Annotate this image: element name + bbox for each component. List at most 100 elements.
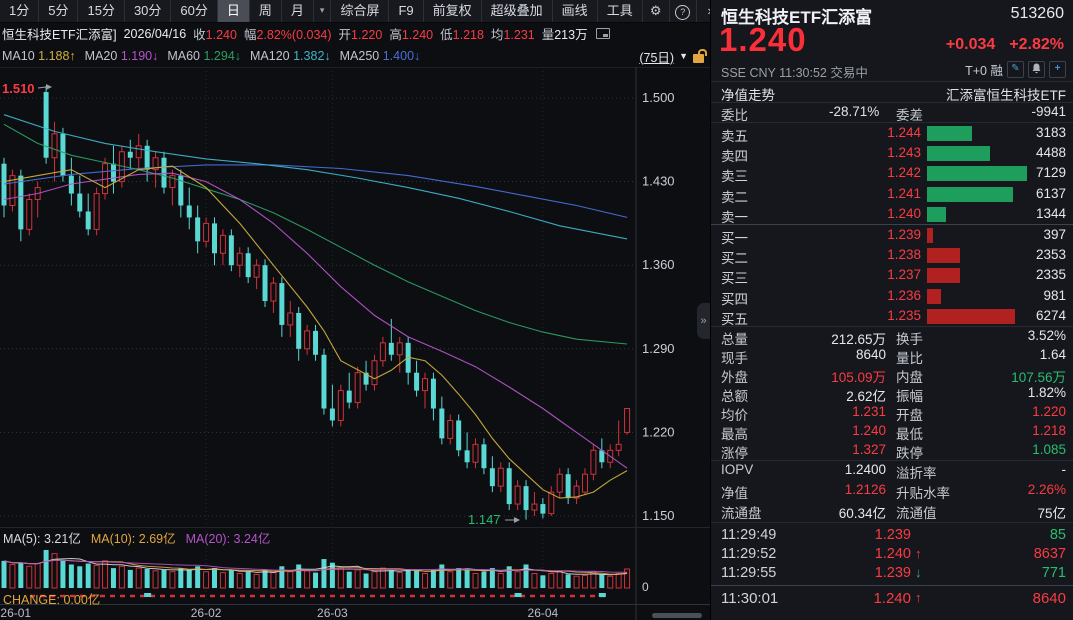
volma-MA(20):: MA(20): 3.24亿 <box>186 528 271 547</box>
bid-levels: 买一1.239397买二1.2382353买三1.2372335买四1.2369… <box>711 225 1073 326</box>
field-value: 1.231 <box>503 28 534 42</box>
weicha-label: 委差 <box>896 104 923 124</box>
field-value: 1.220 <box>351 28 382 42</box>
stat-value: 1.240 <box>771 423 886 438</box>
picture-in-picture-icon[interactable] <box>596 28 610 39</box>
menu-超级叠加[interactable]: 超级叠加 <box>482 0 553 22</box>
period-tab-日[interactable]: 日 <box>218 0 250 22</box>
period-tab-1分[interactable]: 1分 <box>0 0 39 22</box>
field-label: 幅 <box>244 28 257 42</box>
period-tab-周[interactable]: 周 <box>250 0 282 22</box>
level-qty: 397 <box>1043 227 1066 242</box>
svg-text:26-02: 26-02 <box>191 606 222 620</box>
ask-row[interactable]: 卖二1.2416137 <box>711 184 1073 204</box>
stat-value: 2.62亿 <box>771 385 886 405</box>
nav-row[interactable]: 净值走势 汇添富恒生科技ETF <box>711 83 1073 102</box>
quote-info-bar: 恒生科技ETF汇添富] 2026/04/16 收1.240幅2.82%(0.03… <box>0 22 712 45</box>
tick-row: 11:30:011.240↑8640 <box>711 589 1073 613</box>
tick-price: 1.240 <box>811 546 911 562</box>
bid-row[interactable]: 买一1.239397 <box>711 225 1073 245</box>
period-tab-60分[interactable]: 60分 <box>171 0 217 22</box>
stat-row: 均价1.231开盘1.220 <box>711 403 1073 422</box>
change-value: 0.00亿 <box>63 593 100 607</box>
period-tab-15分[interactable]: 15分 <box>78 0 124 22</box>
ma-item-MA120: MA120 1.382↓ <box>250 49 331 63</box>
stat-value: 1.085 <box>1032 442 1066 457</box>
instrument-name: 恒生科技ETF汇添富] <box>2 24 117 43</box>
range-selector[interactable]: (75日) <box>639 47 674 66</box>
level-label: 卖一 <box>721 206 748 226</box>
horizontal-scrollbar-thumb[interactable] <box>652 613 702 618</box>
stat-label: 涨停 <box>721 442 748 462</box>
period-tab-5分[interactable]: 5分 <box>39 0 78 22</box>
svg-text:1.500: 1.500 <box>642 90 675 105</box>
svg-text:0: 0 <box>642 580 649 594</box>
weibi-value: -28.71% <box>829 104 879 119</box>
quote-field-幅: 幅2.82%(0.034) <box>244 24 332 43</box>
unlock-icon[interactable] <box>693 54 704 63</box>
field-label: 收 <box>193 28 206 42</box>
period-tab-30分[interactable]: 30分 <box>125 0 171 22</box>
bid-row[interactable]: 买三1.2372335 <box>711 265 1073 285</box>
bid-row[interactable]: 买四1.236981 <box>711 286 1073 306</box>
change-amount: +0.034 <box>946 36 995 54</box>
menu-工具[interactable]: 工具 <box>598 0 643 22</box>
help-icon[interactable]: ? <box>670 0 697 22</box>
tick-time: 11:29:52 <box>721 546 776 562</box>
ma-range-controls: (75日) ▼ <box>639 47 712 66</box>
volma-MA(5):: MA(5): 3.21亿 <box>3 528 81 547</box>
tick-qty: 8640 <box>1033 590 1066 607</box>
ma-label: MA10 <box>2 49 38 63</box>
menu-前复权[interactable]: 前复权 <box>424 0 482 22</box>
stat-label: 总额 <box>721 385 748 405</box>
ask-row[interactable]: 卖四1.2434488 <box>711 143 1073 163</box>
stat-label: 最低 <box>896 423 923 443</box>
quote-fields: 收1.240幅2.82%(0.034)开1.220高1.240低1.218均1.… <box>193 24 587 43</box>
stat-label: 跌停 <box>896 442 923 462</box>
ask-row[interactable]: 卖三1.2427129 <box>711 163 1073 183</box>
tick-row: 11:29:551.239↓771 <box>711 564 1073 583</box>
stat-label: IOPV <box>721 462 753 477</box>
stat-label: 均价 <box>721 404 748 424</box>
bid-row[interactable]: 买二1.2382353 <box>711 245 1073 265</box>
change-label: CHANGE: <box>3 593 60 607</box>
ma-value: 1.400↓ <box>383 49 421 63</box>
level-price: 1.243 <box>831 145 921 160</box>
edit-icon[interactable]: ✎ <box>1007 61 1024 78</box>
level-qty: 7129 <box>1036 165 1066 180</box>
add-icon[interactable]: + <box>1049 61 1066 78</box>
stat-label: 振幅 <box>896 385 923 405</box>
stat-row: 最高1.240最低1.218 <box>711 422 1073 441</box>
stat-value: 1.327 <box>771 442 886 457</box>
stat-label: 外盘 <box>721 366 748 386</box>
stat-value: - <box>1062 462 1067 477</box>
tick-price: 1.240 <box>811 590 911 607</box>
weicha-value: -9941 <box>1031 104 1066 119</box>
ma-value: 1.294↓ <box>203 49 241 63</box>
field-label: 低 <box>440 28 453 42</box>
menu-综合屏[interactable]: 综合屏 <box>331 0 389 22</box>
alert-bell-icon[interactable] <box>1028 61 1045 78</box>
ma-values: MA10 1.188↑MA20 1.190↓MA60 1.294↓MA120 1… <box>2 49 420 63</box>
period-dropdown-icon[interactable]: ▾ <box>314 0 332 22</box>
tick-time: 11:29:49 <box>721 527 776 543</box>
bid-row[interactable]: 买五1.2356274 <box>711 306 1073 326</box>
ask-row[interactable]: 卖一1.2401344 <box>711 204 1073 224</box>
svg-text:1.220: 1.220 <box>642 424 675 439</box>
level-price: 1.239 <box>831 227 921 242</box>
chevron-down-icon[interactable]: ▼ <box>679 51 688 61</box>
nav-trend-link[interactable]: 净值走势 <box>721 84 775 104</box>
tick-qty: 771 <box>1042 565 1066 581</box>
ask-row[interactable]: 卖五1.2443183 <box>711 123 1073 143</box>
level-label: 卖五 <box>721 125 748 145</box>
gear-icon[interactable]: ⚙ <box>643 0 670 22</box>
level-label: 卖四 <box>721 145 748 165</box>
menu-F9[interactable]: F9 <box>389 0 423 22</box>
depth-bar <box>927 289 941 304</box>
menu-画线[interactable]: 画线 <box>553 0 598 22</box>
depth-bar <box>927 207 946 222</box>
last-price: 1.240 <box>719 21 807 59</box>
period-tab-月[interactable]: 月 <box>282 0 314 22</box>
panel-collapse-handle[interactable]: » <box>697 303 710 339</box>
ma-item-MA10: MA10 1.188↑ <box>2 49 76 63</box>
